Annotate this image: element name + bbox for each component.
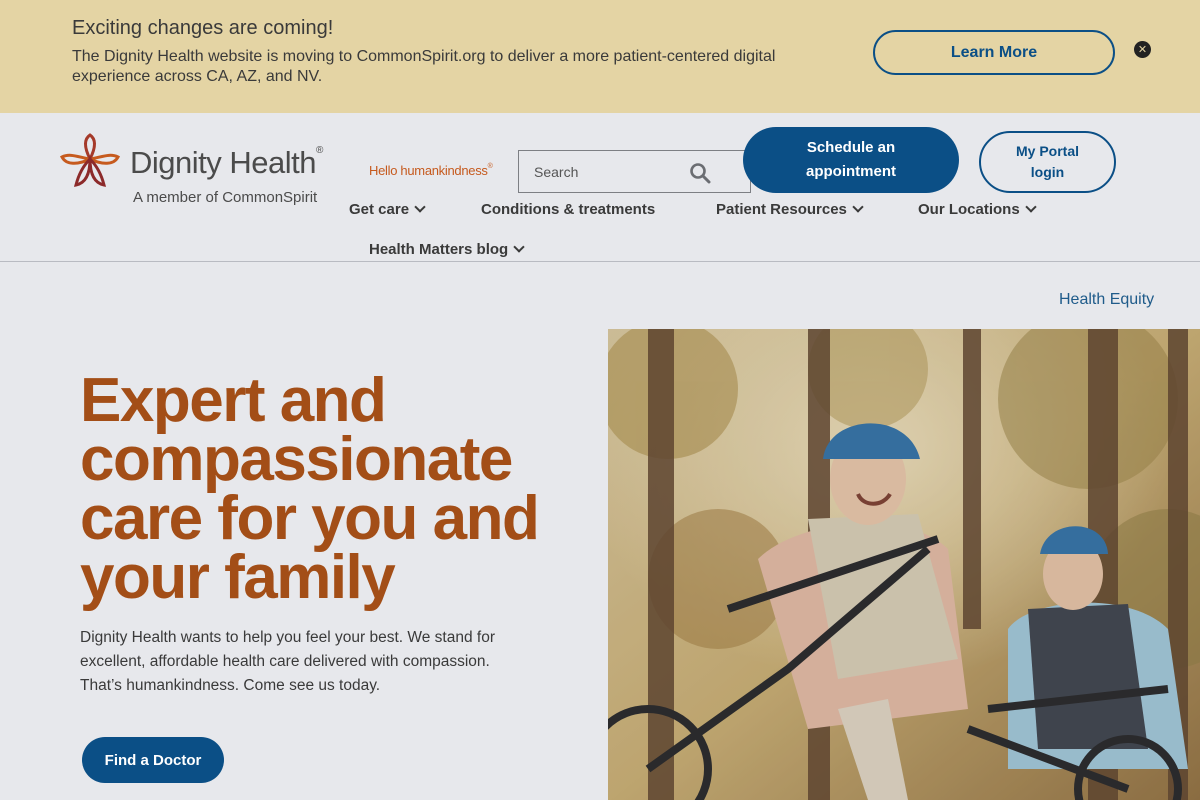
site-header: Dignity Health® A member of CommonSpirit… <box>0 113 1200 262</box>
nav-get-care-label: Get care <box>349 201 410 218</box>
schedule-appointment-button[interactable]: Schedule an appointment <box>743 127 959 193</box>
chevron-down-icon <box>1025 201 1037 213</box>
search-icon[interactable] <box>689 162 711 184</box>
chevron-down-icon <box>852 201 864 213</box>
dignity-health-logo-icon <box>59 133 121 187</box>
chevron-down-icon <box>414 201 426 213</box>
nav-patient-resources-label: Patient Resources <box>716 201 847 218</box>
banner-text: The Dignity Health website is moving to … <box>72 48 776 85</box>
hero-text: Dignity Health wants to help you feel yo… <box>80 629 495 694</box>
find-a-doctor-button[interactable]: Find a Doctor <box>82 737 224 783</box>
health-equity-link[interactable]: Health Equity <box>1059 291 1154 309</box>
search-box <box>518 150 751 193</box>
nav-conditions-label: Conditions & treatments <box>481 201 656 218</box>
logo-subtitle: A member of CommonSpirit <box>133 189 318 206</box>
nav-our-locations-label: Our Locations <box>918 201 1020 218</box>
nav-blog-label: Health Matters blog <box>369 241 509 258</box>
learn-more-button[interactable]: Learn More <box>873 30 1115 75</box>
logo[interactable]: Dignity Health® A member of CommonSpirit <box>58 133 338 213</box>
hero-title: Expert and compassionate care for you an… <box>80 366 540 612</box>
portal-login-button[interactable]: My Portal login <box>979 131 1116 193</box>
tagline: Hello humankindness® <box>369 163 493 178</box>
nav-get-care[interactable]: Get care <box>349 201 426 218</box>
logo-name: Dignity Health® <box>130 145 323 180</box>
announcement-banner: Exciting changes are coming! The Dignity… <box>0 0 1200 113</box>
nav-our-locations[interactable]: Our Locations <box>918 201 1037 218</box>
close-icon[interactable]: ✕ <box>1134 41 1151 58</box>
hero-photo <box>608 329 1200 800</box>
logo-registered-mark: ® <box>315 145 323 156</box>
search-input[interactable] <box>519 151 684 192</box>
chevron-down-icon <box>513 241 525 253</box>
nav-patient-resources[interactable]: Patient Resources <box>716 201 864 218</box>
nav-health-matters-blog[interactable]: Health Matters blog <box>369 241 525 258</box>
tagline-registered-mark: ® <box>487 163 493 170</box>
banner-title: Exciting changes are coming! <box>72 17 334 39</box>
nav-conditions[interactable]: Conditions & treatments <box>481 201 655 218</box>
